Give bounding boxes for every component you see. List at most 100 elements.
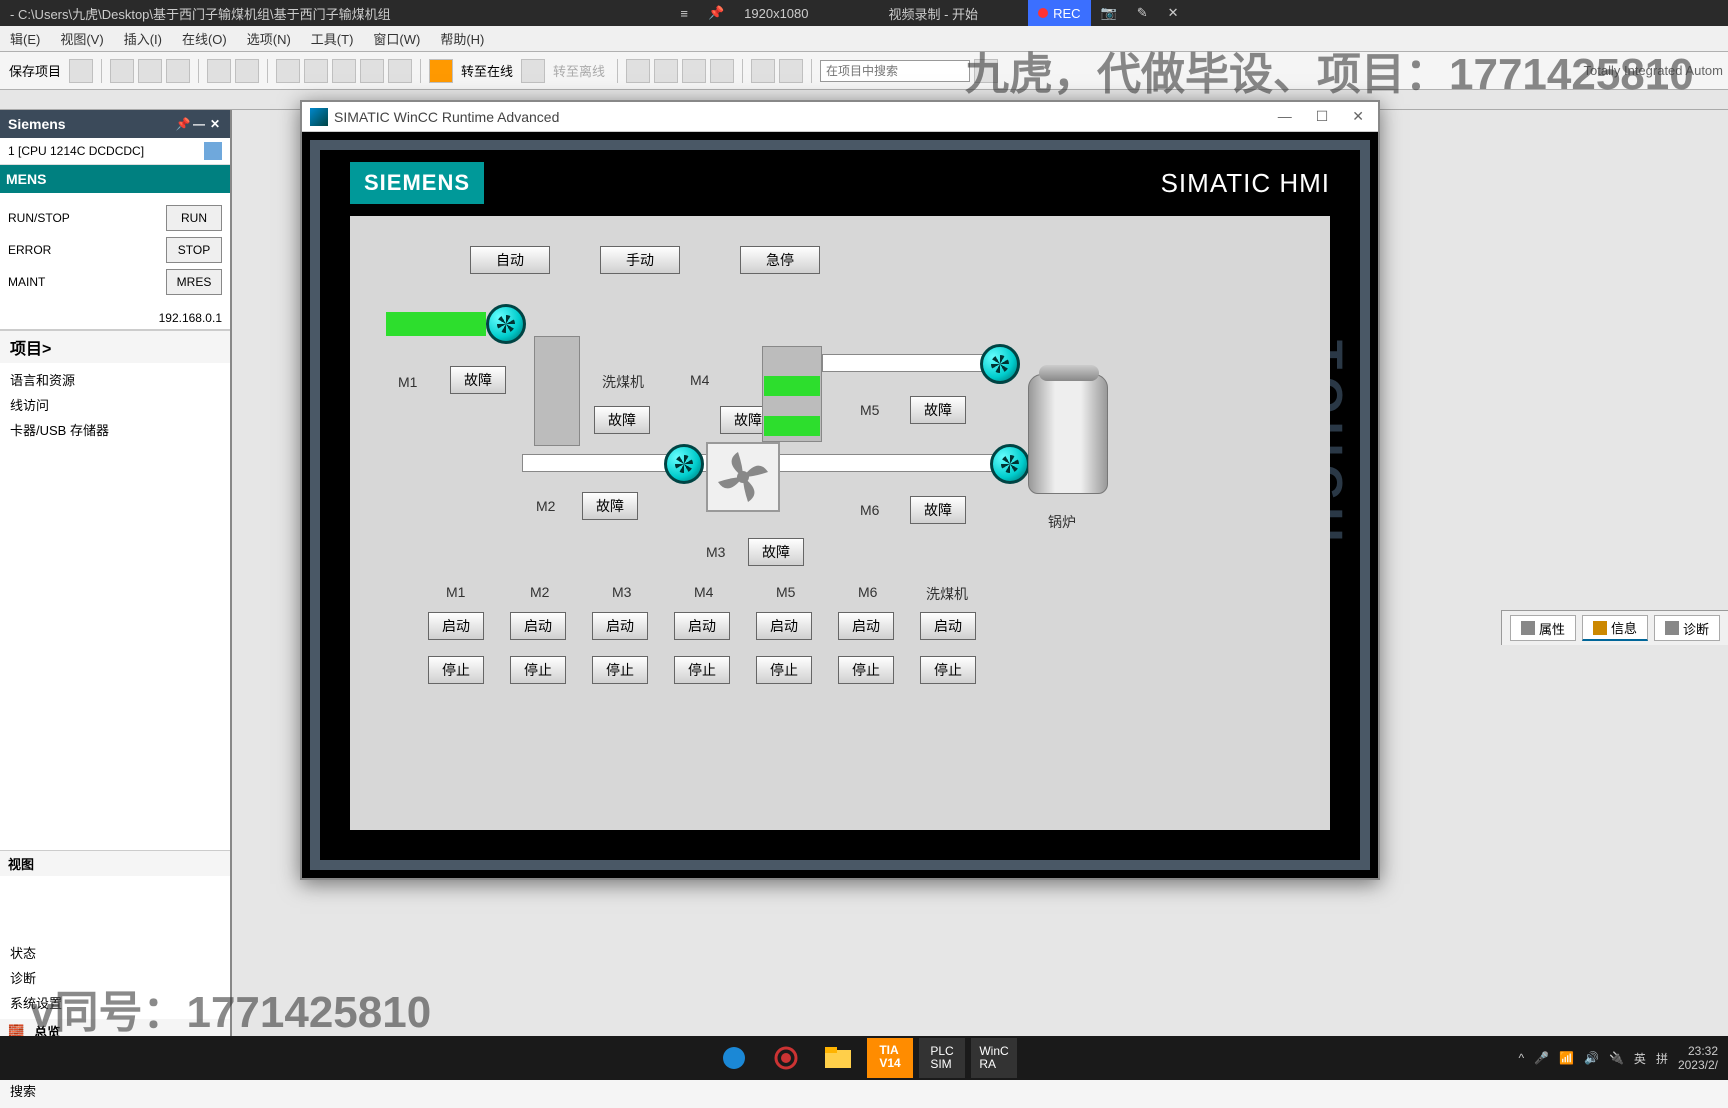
tool-icon-1[interactable]	[626, 59, 650, 83]
btm-item-sys[interactable]: 系统设置	[0, 990, 230, 1015]
run-icon[interactable]	[388, 59, 412, 83]
estop-button[interactable]: 急停	[740, 246, 820, 274]
sidebar-pin-icon[interactable]: 📌	[176, 117, 190, 131]
btm-item-diag[interactable]: 诊断	[0, 965, 230, 990]
m4-start-button[interactable]: 启动	[674, 612, 730, 640]
sidebar-title: Siemens	[8, 116, 66, 132]
upload-icon[interactable]	[332, 59, 356, 83]
manual-button[interactable]: 手动	[600, 246, 680, 274]
tab-diag[interactable]: 诊断	[1654, 615, 1720, 641]
tb-wincc-icon[interactable]: WinC RA	[971, 1038, 1017, 1078]
m3-start-button[interactable]: 启动	[592, 612, 648, 640]
menu-edit[interactable]: 辑(E)	[0, 29, 50, 48]
menu-insert[interactable]: 插入(I)	[114, 29, 172, 48]
tb-tia-icon[interactable]: TIA V14	[867, 1038, 913, 1078]
copy-icon[interactable]	[138, 59, 162, 83]
tray-wifi-icon[interactable]: 📶	[1559, 1051, 1574, 1065]
m6-fault-button[interactable]: 故障	[910, 496, 966, 524]
compile-icon[interactable]	[276, 59, 300, 83]
window-titlebar[interactable]: SIMATIC WinCC Runtime Advanced — ☐ ✕	[302, 102, 1378, 132]
search-icon[interactable]	[974, 59, 998, 83]
undo-icon[interactable]	[207, 59, 231, 83]
washer-stop-button[interactable]: 停止	[920, 656, 976, 684]
project-search-input[interactable]	[820, 60, 970, 82]
menu-icon[interactable]: ≡	[670, 0, 698, 26]
sidebar-min-icon[interactable]: —	[192, 117, 206, 131]
pencil-icon[interactable]: ✎	[1127, 0, 1158, 26]
m6-start-button[interactable]: 启动	[838, 612, 894, 640]
window-close-icon[interactable]: ✕	[1346, 108, 1370, 125]
tool-icon-5[interactable]	[751, 59, 775, 83]
tray-power-icon[interactable]: 🔌	[1609, 1051, 1624, 1065]
stop-button[interactable]: STOP	[166, 237, 222, 263]
run-button[interactable]: RUN	[166, 205, 222, 231]
tab-properties[interactable]: 属性	[1510, 615, 1576, 641]
download-icon[interactable]	[304, 59, 328, 83]
tree-item-lang[interactable]: 语言和资源	[0, 367, 230, 392]
m2-stop-button[interactable]: 停止	[510, 656, 566, 684]
tool-icon-4[interactable]	[710, 59, 734, 83]
tray-clock[interactable]: 23:32 2023/2/	[1678, 1044, 1718, 1072]
tool-icon-6[interactable]	[779, 59, 803, 83]
record-button[interactable]: REC	[1028, 0, 1090, 26]
menu-view[interactable]: 视图(V)	[50, 29, 113, 48]
close-recorder-icon[interactable]: ✕	[1158, 0, 1189, 26]
m1-fault-button[interactable]: 故障	[450, 366, 506, 394]
paste-icon[interactable]	[166, 59, 190, 83]
tb-record-icon[interactable]	[763, 1038, 809, 1078]
diag-icon	[1665, 621, 1679, 635]
tool-icon-2[interactable]	[654, 59, 678, 83]
tray-ime1[interactable]: 英	[1634, 1050, 1646, 1067]
flag-icon[interactable]	[429, 59, 453, 83]
disconnect-icon[interactable]	[521, 59, 545, 83]
plc-device-row[interactable]: 1 [CPU 1214C DCDCDC]	[0, 138, 230, 165]
cut-icon[interactable]	[110, 59, 134, 83]
tb-plcsim-icon[interactable]: PLC SIM	[919, 1038, 965, 1078]
camera-icon[interactable]: 📷	[1091, 0, 1127, 26]
menu-tools[interactable]: 工具(T)	[301, 29, 364, 48]
redo-icon[interactable]	[235, 59, 259, 83]
m3-stop-button[interactable]: 停止	[592, 656, 648, 684]
tab-info[interactable]: 信息	[1582, 615, 1648, 641]
menu-help[interactable]: 帮助(H)	[430, 29, 494, 48]
go-online-button[interactable]: 转至在线	[457, 61, 517, 80]
menu-window[interactable]: 窗口(W)	[363, 29, 430, 48]
m6-stop-button[interactable]: 停止	[838, 656, 894, 684]
motor-m6-icon	[990, 444, 1030, 484]
window-max-icon[interactable]: ☐	[1310, 108, 1335, 125]
project-tree-header[interactable]: 项目>	[0, 330, 230, 363]
menu-options[interactable]: 选项(N)	[237, 29, 301, 48]
m5-fault-button[interactable]: 故障	[910, 396, 966, 424]
m2-start-button[interactable]: 启动	[510, 612, 566, 640]
plc-ip: 192.168.0.1	[0, 307, 230, 330]
tb-explorer-icon[interactable]	[815, 1038, 861, 1078]
save-icon[interactable]	[69, 59, 93, 83]
tray-ime2[interactable]: 拼	[1656, 1050, 1668, 1067]
sim-icon[interactable]	[360, 59, 384, 83]
m5-start-button[interactable]: 启动	[756, 612, 812, 640]
m5-stop-button[interactable]: 停止	[756, 656, 812, 684]
window-min-icon[interactable]: —	[1272, 108, 1298, 125]
mres-button[interactable]: MRES	[166, 269, 222, 295]
m3-fault-button[interactable]: 故障	[748, 538, 804, 566]
menu-online[interactable]: 在线(O)	[172, 29, 237, 48]
tray-vol-icon[interactable]: 🔊	[1584, 1051, 1599, 1065]
m1-start-button[interactable]: 启动	[428, 612, 484, 640]
auto-button[interactable]: 自动	[470, 246, 550, 274]
m4-stop-button[interactable]: 停止	[674, 656, 730, 684]
btm-item-state[interactable]: 状态	[0, 940, 230, 965]
m2-fault-button[interactable]: 故障	[582, 492, 638, 520]
tree-item-card[interactable]: 卡器/USB 存储器	[0, 417, 230, 442]
tray-up-icon[interactable]: ^	[1518, 1051, 1524, 1065]
search-label[interactable]: 搜索	[10, 1081, 36, 1100]
m1-stop-button[interactable]: 停止	[428, 656, 484, 684]
washer-fault-button[interactable]: 故障	[594, 406, 650, 434]
pin-icon[interactable]: 📌	[698, 0, 734, 26]
save-project-button[interactable]: 保存项目	[5, 61, 65, 80]
tool-icon-3[interactable]	[682, 59, 706, 83]
tray-mic-icon[interactable]: 🎤	[1534, 1051, 1549, 1065]
washer-start-button[interactable]: 启动	[920, 612, 976, 640]
tree-item-access[interactable]: 线访问	[0, 392, 230, 417]
tb-edge-icon[interactable]	[711, 1038, 757, 1078]
sidebar-close-icon[interactable]: ✕	[208, 117, 222, 131]
